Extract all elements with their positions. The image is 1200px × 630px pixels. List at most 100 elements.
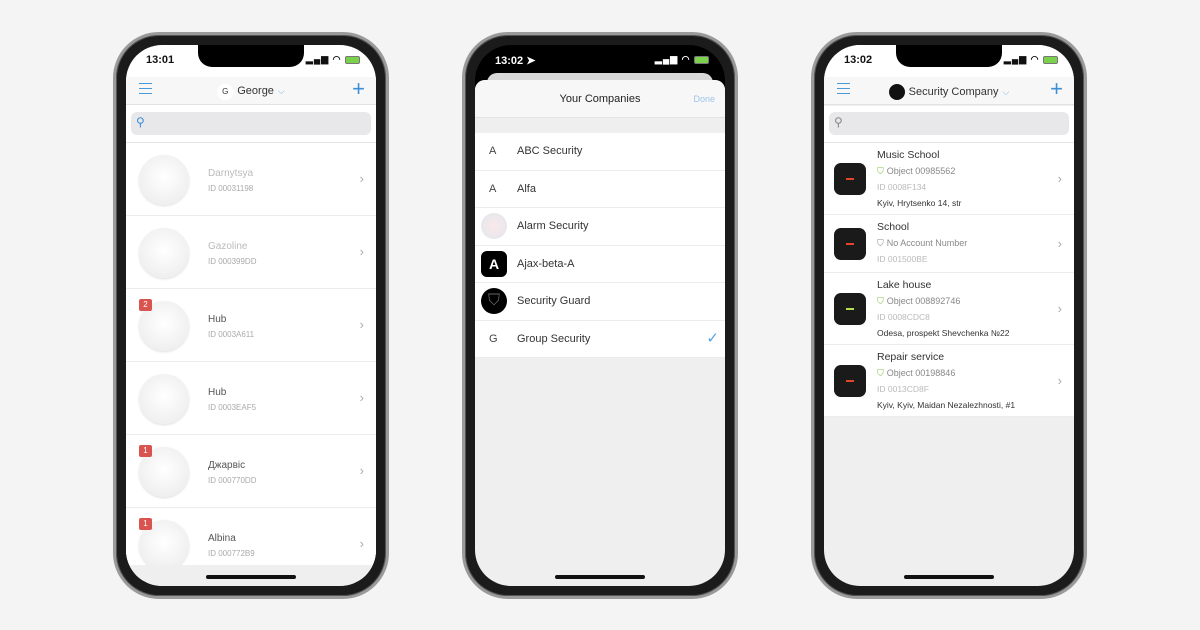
company-row[interactable]: G Group Security ✓ — [475, 321, 725, 358]
home-indicator — [206, 575, 296, 579]
company-row[interactable]: A ABC Security — [475, 133, 725, 171]
phone-companies: 13:02 ➤ ▂▄▆ ◠ Your Companies Done A ABC Sec… — [462, 32, 738, 599]
hub-device-icon — [834, 365, 866, 397]
notification-badge: 2 — [139, 299, 152, 311]
company-list: A ABC Security A Alfa Alarm Security A Ajax-be… — [475, 133, 725, 358]
status-icons: ▂▄▆ ◠ — [655, 54, 709, 65]
object-row[interactable]: Repair service ⛉ Object 00198846 ID 0013CD8… — [824, 345, 1074, 417]
status-time: 13:02 — [844, 54, 873, 66]
chevron-right-icon: › — [359, 463, 364, 478]
company-row[interactable]: Alarm Security — [475, 208, 725, 246]
chevron-right-icon: › — [359, 317, 364, 332]
hub-row[interactable]: Hub ID 0003EAF5 › — [126, 362, 376, 435]
status-led — [846, 308, 854, 310]
shield-icon: ⛉ — [877, 368, 884, 378]
hub-name: Hub — [208, 387, 227, 398]
chevron-right-icon: › — [1057, 300, 1062, 316]
company-letter: A — [489, 145, 497, 157]
company-row[interactable]: ⛉ Security Guard — [475, 283, 725, 321]
account-text: Object 00985562 — [886, 166, 956, 176]
add-icon[interactable]: + — [1050, 77, 1063, 101]
search-input[interactable]: ⚲ — [131, 112, 371, 135]
company-letter: A — [489, 182, 497, 195]
hub-id: ID 0003EAF5 — [208, 403, 257, 412]
hub-image — [139, 155, 189, 205]
battery-icon — [345, 55, 360, 64]
company-name: Ajax-beta-A — [517, 257, 575, 270]
account-text: No Account Number — [886, 238, 968, 248]
hub-image — [139, 374, 189, 424]
notification-badge: 1 — [139, 445, 152, 457]
company-row[interactable]: A Ajax-beta-A — [475, 246, 725, 283]
search-input[interactable]: ⚲ — [829, 112, 1069, 135]
phone-objects: 13:02 ▂▄▆ ◠ Security Company ⌵ + ⚲ Music S… — [811, 32, 1087, 599]
company-name: Alfa — [517, 182, 536, 195]
chevron-right-icon: › — [1057, 170, 1062, 186]
hub-image — [139, 228, 189, 278]
notch — [547, 45, 653, 67]
hub-id: ID 000772B9 — [208, 549, 255, 558]
hub-device-icon — [834, 228, 866, 260]
company-selector[interactable]: Security Company ⌵ — [824, 84, 1074, 100]
notification-badge: 1 — [139, 518, 152, 530]
phone-hubs: 13:01 ▂▄▆ ◠ G George ⌵ + ⚲ Darnytsya ID 0003… — [113, 32, 389, 599]
object-address: Kyiv, Hrytsenko 14, str — [877, 198, 962, 208]
hub-row[interactable]: 2 Hub ID 0003A611 › — [126, 289, 376, 362]
status-time: 13:02 ➤ — [495, 55, 536, 67]
home-indicator — [904, 575, 994, 579]
object-name: School — [877, 221, 910, 233]
notch — [198, 45, 304, 67]
account-selector[interactable]: G George ⌵ — [126, 84, 376, 100]
home-indicator — [555, 575, 645, 579]
chevron-down-icon: ⌵ — [277, 86, 285, 96]
shield-icon: ⛉ — [877, 238, 884, 248]
chevron-right-icon: › — [359, 536, 364, 551]
status-icons: ▂▄▆ ◠ — [1004, 54, 1058, 65]
company-name: ABC Security — [517, 145, 583, 157]
notch — [896, 45, 1002, 67]
chevron-right-icon: › — [359, 244, 364, 259]
account-number: ⛉ Object 008892746 — [877, 296, 960, 307]
sheet-title: Your Companies — [559, 93, 641, 105]
chevron-right-icon: › — [359, 390, 364, 405]
hub-id: ID 0003A611 — [208, 330, 255, 339]
hub-row[interactable]: 1 Джарвіс ID 000770DD › — [126, 435, 376, 508]
hub-device-icon — [834, 163, 866, 195]
company-logo — [481, 213, 507, 239]
object-row[interactable]: Lake house ⛉ Object 008892746 ID 0008CDC8 Od… — [824, 273, 1074, 345]
company-row[interactable]: A Alfa — [475, 171, 725, 208]
object-id: ID 001500BE — [877, 254, 928, 264]
hub-id: ID 00031198 — [208, 184, 254, 193]
chevron-right-icon: › — [1057, 372, 1062, 388]
company-logo: A — [481, 250, 507, 277]
account-number: ⛉ Object 00985562 — [877, 166, 955, 177]
hub-id: ID 000770DD — [208, 476, 257, 485]
hub-name: Hub — [208, 314, 227, 325]
object-id: ID 0008F134 — [877, 182, 927, 192]
account-text: Object 008892746 — [886, 296, 961, 306]
object-row[interactable]: Music School ⛉ Object 00985562 ID 0008F134 K… — [824, 143, 1074, 215]
add-icon[interactable]: + — [352, 77, 365, 101]
search-icon: ⚲ — [834, 115, 843, 129]
company-logo — [888, 84, 905, 100]
company-logo: ⛉ — [481, 288, 507, 314]
hub-row[interactable]: Gazoline ID 000399DD › — [126, 216, 376, 289]
done-button[interactable]: Done — [693, 94, 715, 104]
hub-name: Darnytsya — [208, 168, 254, 179]
object-name: Repair service — [877, 351, 945, 363]
status-time: 13:01 — [146, 54, 175, 66]
object-row[interactable]: School ⛉ No Account Number ID 001500BE › — [824, 215, 1074, 273]
object-address: Odesa, prospekt Shevchenka №22 — [877, 328, 1010, 338]
status-icons: ▂▄▆ ◠ — [306, 54, 360, 65]
chevron-right-icon: › — [359, 171, 364, 186]
hub-row[interactable]: Darnytsya ID 00031198 › — [126, 143, 376, 216]
hub-device-icon — [834, 293, 866, 325]
hub-list: Darnytsya ID 00031198 › Gazoline ID 000399DD… — [126, 142, 376, 581]
company-name: Security Guard — [517, 295, 591, 307]
object-id: ID 0013CD8F — [877, 384, 929, 394]
status-led — [846, 380, 854, 382]
object-list: Music School ⛉ Object 00985562 ID 0008F134 K… — [824, 142, 1074, 417]
object-name: Lake house — [877, 279, 932, 291]
object-id: ID 0008CDC8 — [877, 312, 930, 322]
chevron-right-icon: › — [1057, 235, 1062, 251]
